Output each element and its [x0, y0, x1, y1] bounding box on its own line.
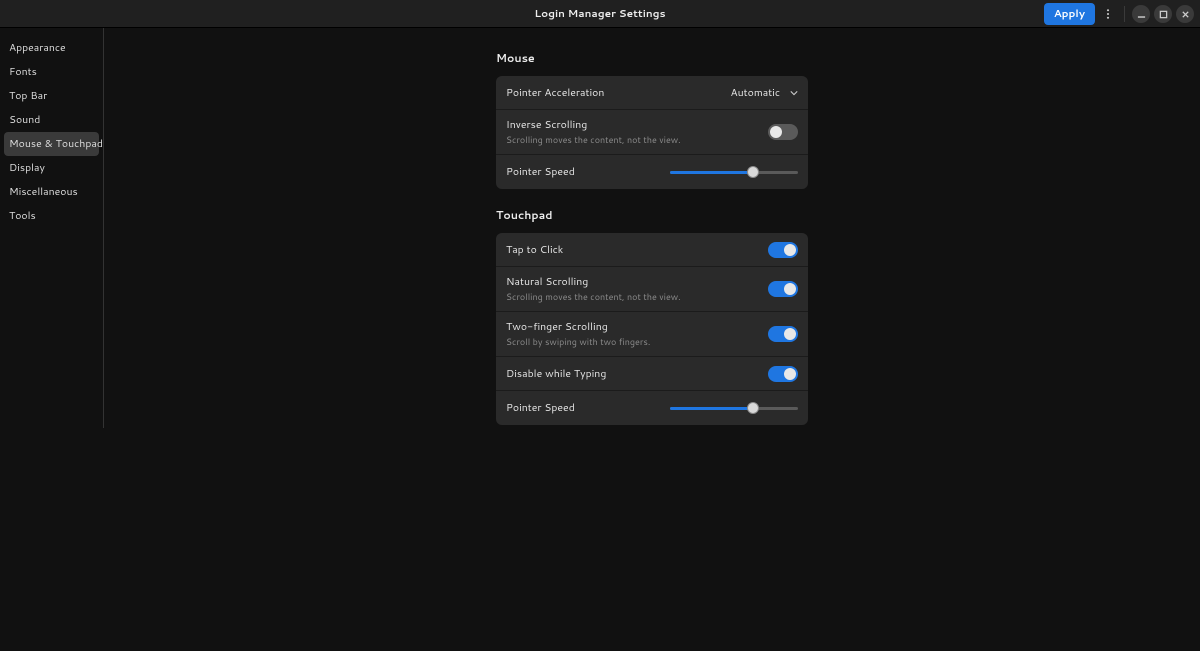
sidebar-item-mouse-touchpad[interactable]: Mouse & Touchpad	[4, 132, 99, 156]
sidebar-item-appearance[interactable]: Appearance	[0, 36, 103, 60]
sidebar-item-sound[interactable]: Sound	[0, 108, 103, 132]
menu-button[interactable]	[1099, 5, 1117, 23]
row-two-finger-scrolling: Two-finger Scrolling Scroll by swiping w…	[496, 312, 808, 357]
mouse-group: Pointer Acceleration Automatic Inverse S…	[496, 76, 808, 189]
row-disable-while-typing: Disable while Typing	[496, 357, 808, 391]
header-right-controls: Apply	[1044, 0, 1194, 28]
settings-column: Mouse Pointer Acceleration Automatic Inv…	[496, 46, 808, 651]
touchpad-pointer-speed-slider[interactable]	[670, 401, 798, 415]
maximize-icon	[1159, 10, 1168, 19]
sidebar-item-display[interactable]: Display	[0, 156, 103, 180]
tap-to-click-switch[interactable]	[768, 242, 798, 258]
pointer-acceleration-dropdown[interactable]: Automatic	[731, 86, 798, 100]
row-text: Pointer Speed	[506, 401, 575, 415]
row-sublabel: Scrolling moves the content, not the vie…	[506, 133, 681, 146]
row-label: Natural Scrolling	[506, 275, 681, 289]
sidebar: Appearance Fonts Top Bar Sound Mouse & T…	[0, 28, 104, 428]
row-label: Disable while Typing	[506, 367, 606, 381]
row-label: Pointer Speed	[506, 165, 575, 179]
row-pointer-acceleration: Pointer Acceleration Automatic	[496, 76, 808, 110]
close-icon	[1181, 10, 1190, 19]
sidebar-item-top-bar[interactable]: Top Bar	[0, 84, 103, 108]
row-text: Natural Scrolling Scrolling moves the co…	[506, 275, 681, 303]
window-title: Login Manager Settings	[534, 7, 665, 21]
row-label: Pointer Speed	[506, 401, 575, 415]
mouse-section-title: Mouse	[496, 50, 808, 66]
natural-scrolling-switch[interactable]	[768, 281, 798, 297]
inverse-scrolling-switch[interactable]	[768, 124, 798, 140]
maximize-button[interactable]	[1154, 5, 1172, 23]
row-sublabel: Scroll by swiping with two fingers.	[506, 335, 650, 348]
sidebar-item-miscellaneous[interactable]: Miscellaneous	[0, 180, 103, 204]
divider	[1124, 6, 1125, 22]
row-text: Two-finger Scrolling Scroll by swiping w…	[506, 320, 650, 348]
touchpad-section-title: Touchpad	[496, 207, 808, 223]
row-label: Inverse Scrolling	[506, 118, 681, 132]
row-text: Pointer Acceleration	[506, 86, 604, 100]
two-finger-scrolling-switch[interactable]	[768, 326, 798, 342]
row-label: Two-finger Scrolling	[506, 320, 650, 334]
disable-while-typing-switch[interactable]	[768, 366, 798, 382]
row-sublabel: Scrolling moves the content, not the vie…	[506, 290, 681, 303]
app-body: Appearance Fonts Top Bar Sound Mouse & T…	[0, 28, 1200, 651]
row-mouse-pointer-speed: Pointer Speed	[496, 155, 808, 189]
minimize-icon	[1137, 10, 1146, 19]
row-label: Tap to Click	[506, 243, 563, 257]
mouse-pointer-speed-slider[interactable]	[670, 165, 798, 179]
row-text: Inverse Scrolling Scrolling moves the co…	[506, 118, 681, 146]
row-text: Pointer Speed	[506, 165, 575, 179]
row-touchpad-pointer-speed: Pointer Speed	[496, 391, 808, 425]
close-button[interactable]	[1176, 5, 1194, 23]
row-inverse-scrolling: Inverse Scrolling Scrolling moves the co…	[496, 110, 808, 155]
row-tap-to-click: Tap to Click	[496, 233, 808, 267]
kebab-icon	[1102, 8, 1114, 20]
headerbar: Login Manager Settings Apply	[0, 0, 1200, 28]
row-natural-scrolling: Natural Scrolling Scrolling moves the co…	[496, 267, 808, 312]
apply-button[interactable]: Apply	[1044, 3, 1095, 25]
touchpad-group: Tap to Click Natural Scrolling Scrolling…	[496, 233, 808, 425]
row-label: Pointer Acceleration	[506, 86, 604, 100]
chevron-down-icon	[790, 89, 798, 97]
row-text: Tap to Click	[506, 243, 563, 257]
combo-value: Automatic	[731, 86, 780, 100]
main-panel: Mouse Pointer Acceleration Automatic Inv…	[104, 28, 1200, 651]
sidebar-item-tools[interactable]: Tools	[0, 204, 103, 228]
row-text: Disable while Typing	[506, 367, 606, 381]
minimize-button[interactable]	[1132, 5, 1150, 23]
sidebar-item-fonts[interactable]: Fonts	[0, 60, 103, 84]
